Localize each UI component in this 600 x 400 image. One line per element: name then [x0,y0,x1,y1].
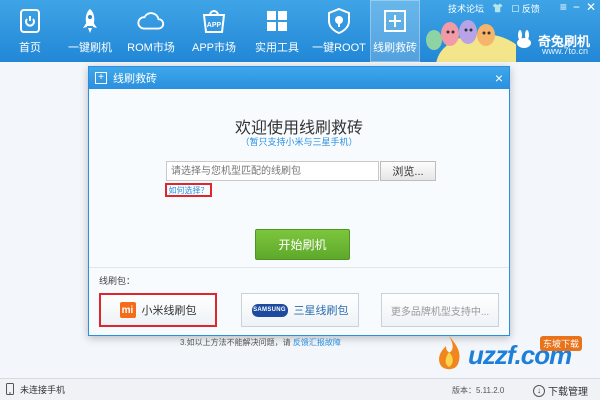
xiaomi-logo-icon: mi [119,302,136,318]
window-controls: ≡ − ✕ [560,0,596,14]
flame-logo-icon [439,336,460,370]
support-note: （暂只支持小米与三星手机） [240,137,358,147]
dialog-body: 欢迎使用线刷救砖 （暂只支持小米与三星手机） 浏览... 如何选择？ 开始刷机 … [89,89,509,335]
nav-home[interactable]: 首页 [0,0,60,62]
start-flash-button[interactable]: 开始刷机 [255,229,350,260]
nav-one-click-root-label: 一键ROOT [312,42,366,54]
nav-rom-market[interactable]: ROM市场 [120,0,182,62]
more-brands-label: 更多品牌机型支持中... [390,306,490,318]
main-nav: 首页 一键刷机 ROM市场 APP APP市场 实用工具 一键ROOT 线刷救砖 [0,0,420,62]
samsung-package-label: 三星线刷包 [293,305,349,317]
samsung-package-button[interactable]: SAMSUNG 三星线刷包 [241,293,359,327]
package-path-input[interactable] [166,161,379,181]
top-toolbar: 首页 一键刷机 ROM市场 APP APP市场 实用工具 一键ROOT 线刷救砖… [0,0,600,62]
package-label: 线刷包： [99,276,136,286]
samsung-logo-icon: SAMSUNG [251,303,288,317]
divider [89,267,509,268]
rocket-icon [75,6,105,36]
cross-box-icon: + [95,72,107,84]
mascot-illustration [426,20,516,62]
version-label: 版本：5.11.2.0 [452,386,505,395]
connection-status: 未连接手机 [20,385,66,395]
download-manager-label: 下载管理 [548,387,588,398]
nav-app-market-label: APP市场 [191,42,236,54]
rabbit-logo-icon [514,30,534,51]
line-flash-dialog: + 线刷救砖 × 欢迎使用线刷救砖 （暂只支持小米与三星手机） 浏览... 如何… [88,66,510,336]
dialog-title-bar: + 线刷救砖 [89,67,509,89]
background-help-note: 3.如以上方法不能解决问题，请 反馈汇报故障 [180,337,341,348]
browse-button[interactable]: 浏览... [380,161,436,181]
feedback-link[interactable]: ☐ 反馈 [511,2,540,15]
download-manager-button[interactable]: ↓ 下载管理 [533,383,588,398]
phone-icon [6,382,14,397]
dialog-close-icon[interactable]: × [495,70,503,86]
help-note-text: 3.如以上方法不能解决问题，请 [180,338,291,347]
close-icon[interactable]: ✕ [586,0,596,14]
watermark: uzzf.com 东坡下载 [418,330,598,380]
top-links: 技术论坛 👕 ☐ 反馈 [448,2,540,15]
feedback-label: 反馈 [521,4,540,14]
nav-line-flash-rescue-label: 线刷救砖 [373,42,417,54]
app-bag-icon: APP [199,6,229,36]
cross-box-icon [380,6,410,36]
nav-home-label: 首页 [19,42,41,54]
minimize-icon[interactable]: − [573,0,580,14]
xiaomi-package-label: 小米线刷包 [141,305,197,317]
report-fault-link[interactable]: 反馈汇报故障 [293,338,341,347]
more-brands-button: 更多品牌机型支持中... [381,293,499,327]
forum-link[interactable]: 技术论坛 [448,2,484,15]
brand: 奇兔刷机 www.7to.cn [514,30,590,56]
how-to-choose-link[interactable]: 如何选择？ [165,183,212,197]
cloud-icon [136,6,166,36]
nav-rom-market-label: ROM市场 [127,42,175,54]
nav-one-click-flash-label: 一键刷机 [68,42,112,54]
shield-icon [324,6,354,36]
nav-app-market[interactable]: APP APP市场 [182,0,246,62]
nav-one-click-root[interactable]: 一键ROOT [308,0,370,62]
watermark-badge: 东坡下载 [540,336,583,351]
nav-one-click-flash[interactable]: 一键刷机 [60,0,120,62]
brand-url: www.7to.cn [541,46,588,56]
dialog-title: 线刷救砖 [113,73,157,85]
xiaomi-package-button[interactable]: mi 小米线刷包 [99,293,217,327]
shirt-icon[interactable]: 👕 [492,3,503,14]
menu-icon[interactable]: ≡ [560,0,567,14]
nav-utilities-label: 实用工具 [255,42,299,54]
status-bar: 未连接手机 版本：5.11.2.0 ↓ 下载管理 [0,378,600,400]
nav-utilities[interactable]: 实用工具 [246,0,308,62]
home-icon [15,6,45,36]
svg-text:APP: APP [207,22,222,29]
grid-icon [262,6,292,36]
nav-line-flash-rescue[interactable]: 线刷救砖 [370,0,420,62]
download-icon: ↓ [533,384,545,397]
